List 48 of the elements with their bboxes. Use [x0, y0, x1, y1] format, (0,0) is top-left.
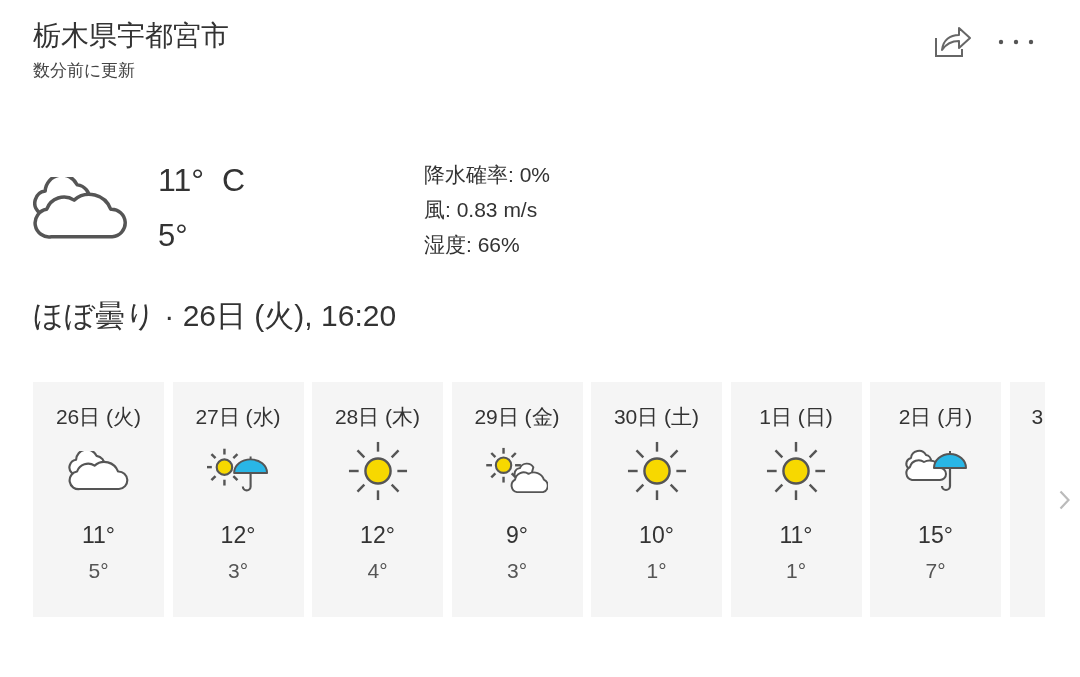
sun-icon [347, 441, 408, 501]
day-high: 11° [81, 521, 116, 549]
forecast-card[interactable]: 2日 (月) 15° 7° [870, 382, 1001, 617]
forecast-card[interactable]: 1日 (日) 11° 1° [730, 382, 862, 617]
day-low: 7° [925, 558, 946, 584]
day-high: 12° [360, 521, 395, 549]
day-label: 28日 (木) [334, 404, 421, 430]
day-label: 29日 (金) [474, 404, 560, 430]
day-low: 5° [88, 558, 109, 584]
share-icon[interactable] [934, 26, 972, 58]
day-high: 10° [639, 521, 674, 549]
condition-summary: ほぼ曇り · 26日 (火), 16:20 [33, 298, 397, 334]
day-low: 3° [227, 558, 249, 584]
detail-text: 湿度: 66% [424, 232, 520, 258]
more-icon[interactable] [998, 39, 1034, 45]
forecast-card[interactable]: 28日 (木) 12° 4° [312, 382, 443, 617]
forecast-card[interactable]: 30日 (土) 10° 1° [591, 382, 722, 617]
day-low: 3° [506, 558, 528, 584]
forecast-card[interactable]: 26日 (火) 11° 5° [33, 382, 164, 617]
day-label: 1日 (日) [759, 404, 833, 430]
cloud-icon [67, 451, 130, 491]
detail-text: 風: 0.83 m/s [424, 197, 538, 223]
day-label: 27日 (水) [195, 404, 281, 430]
day-high: 12° [220, 521, 256, 549]
updated-time: 数分前に更新 [33, 60, 135, 82]
cloud-umbrella-icon [903, 448, 968, 494]
high-temperature: 11° [158, 161, 204, 200]
forecast-card[interactable]: 29日 (金) 9° 3° [451, 382, 583, 617]
day-low: 4° [367, 558, 388, 584]
day-high: 9° [506, 521, 528, 549]
forecast-card[interactable]: 3 [1009, 382, 1045, 617]
day-high: 15° [918, 521, 953, 549]
unit-label: C [222, 161, 246, 200]
day-label: 2日 (月) [898, 404, 973, 430]
cloud-icon [33, 177, 129, 240]
low-temperature: 5° [158, 217, 188, 255]
sun-icon [766, 441, 826, 501]
day-high: 11° [779, 521, 813, 549]
day-label: 30日 (土) [613, 404, 700, 430]
day-low: 1° [785, 558, 807, 584]
forecast-card[interactable]: 27日 (水) 12° 3° [172, 382, 304, 617]
sun-icon [626, 441, 687, 501]
day-label: 26日 (火) [55, 404, 142, 430]
day-label: 3 [1031, 404, 1044, 430]
location-title: 栃木県宇都宮市 [33, 19, 229, 53]
day-low: 1° [646, 558, 667, 584]
detail-text: 降水確率: 0% [424, 162, 551, 188]
sun-cloud-icon [486, 446, 548, 496]
